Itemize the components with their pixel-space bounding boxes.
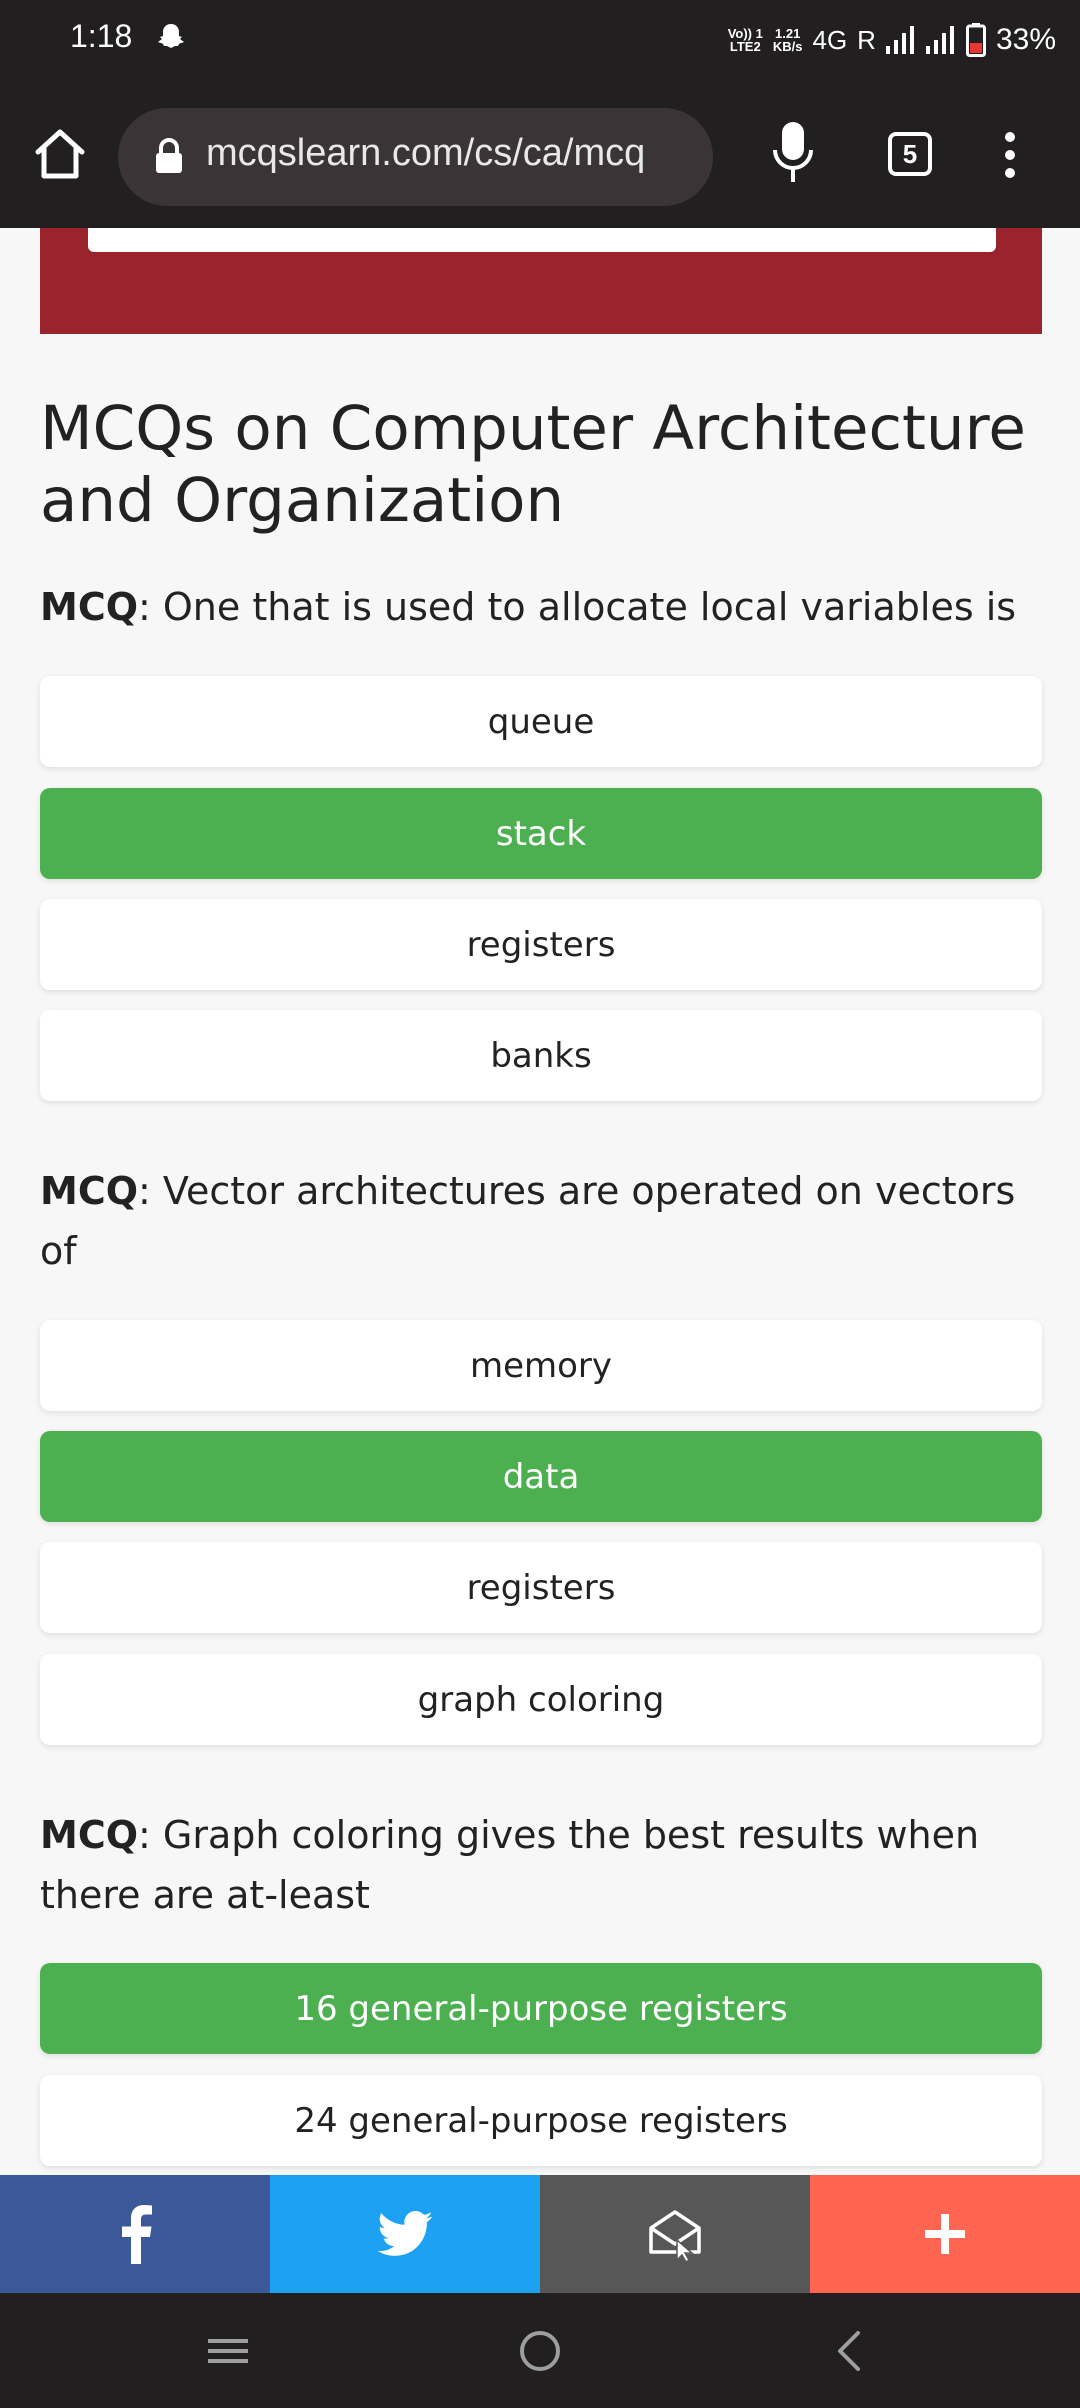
mcq-label: MCQ	[40, 1169, 139, 1213]
answer-option[interactable]: registers	[40, 899, 1042, 990]
question-text: : One that is used to allocate local var…	[138, 585, 1017, 629]
status-time: 1:18	[70, 18, 133, 54]
facebook-icon	[122, 2205, 152, 2264]
volte-indicator: Vo)) 1 LTE2	[727, 26, 763, 54]
twitter-icon	[377, 2211, 433, 2256]
battery-percent: 33%	[995, 23, 1056, 56]
answer-option[interactable]: graph coloring	[40, 1654, 1042, 1745]
recent-apps-icon[interactable]	[198, 2321, 258, 2381]
mcq-label: MCQ	[40, 1813, 139, 1857]
snapchat-icon	[158, 24, 184, 48]
overflow-menu-icon[interactable]	[1000, 130, 1020, 180]
network-type: 4G	[812, 24, 848, 55]
url-text: mcqslearn.com/cs/ca/mcq	[206, 132, 646, 174]
browser-toolbar: mcqslearn.com/cs/ca/mcq 5	[0, 80, 1080, 228]
answer-option[interactable]: banks	[40, 1010, 1042, 1101]
tab-switcher-button[interactable]: 5	[888, 132, 932, 176]
banner-card	[88, 228, 996, 252]
battery-icon	[965, 23, 986, 57]
question-2: MCQ: Vector architectures are operated o…	[40, 1161, 1040, 1281]
home-icon[interactable]	[30, 124, 90, 184]
question-text: : Vector architectures are operated on v…	[40, 1169, 1016, 1273]
question-3: MCQ: Graph coloring gives the best resul…	[40, 1805, 1040, 1925]
back-icon[interactable]	[820, 2321, 880, 2381]
mcq-label: MCQ	[40, 585, 139, 629]
answer-option[interactable]: memory	[40, 1320, 1042, 1411]
answer-option-correct[interactable]: 16 general-purpose registers	[40, 1963, 1042, 2054]
answer-option-correct[interactable]: stack	[40, 788, 1042, 879]
home-nav-icon[interactable]	[510, 2321, 570, 2381]
microphone-icon[interactable]	[770, 118, 816, 190]
facebook-share-button[interactable]	[0, 2175, 270, 2293]
share-bar	[0, 2175, 1080, 2293]
status-indicators: Vo)) 1 LTE2 1.21 KB/s 4G R 33%	[728, 16, 1056, 64]
signal-icon-sim1	[885, 26, 914, 54]
url-bar[interactable]: mcqslearn.com/cs/ca/mcq	[118, 108, 713, 206]
email-icon	[649, 2210, 701, 2262]
system-nav-bar	[0, 2293, 1080, 2408]
roaming-indicator: R	[857, 24, 876, 55]
plus-icon	[925, 2214, 965, 2254]
page-banner	[40, 228, 1042, 334]
speed-indicator: 1.21 KB/s	[772, 26, 803, 54]
page-title: MCQs on Computer Architecture and Organi…	[40, 393, 1026, 536]
answer-option[interactable]: queue	[40, 676, 1042, 767]
question-text: : Graph coloring gives the best results …	[40, 1813, 980, 1917]
more-share-button[interactable]	[810, 2175, 1080, 2293]
answer-option-correct[interactable]: data	[40, 1431, 1042, 1522]
status-bar: 1:18 Vo)) 1 LTE2 1.21 KB/s 4G R 33%	[0, 0, 1080, 80]
lock-icon	[156, 138, 182, 173]
question-1: MCQ: One that is used to allocate local …	[40, 577, 1040, 637]
signal-icon-sim2	[925, 26, 954, 54]
email-share-button[interactable]	[540, 2175, 810, 2293]
answer-option[interactable]: registers	[40, 1542, 1042, 1633]
twitter-share-button[interactable]	[270, 2175, 540, 2293]
answer-option[interactable]: 24 general-purpose registers	[40, 2075, 1042, 2166]
